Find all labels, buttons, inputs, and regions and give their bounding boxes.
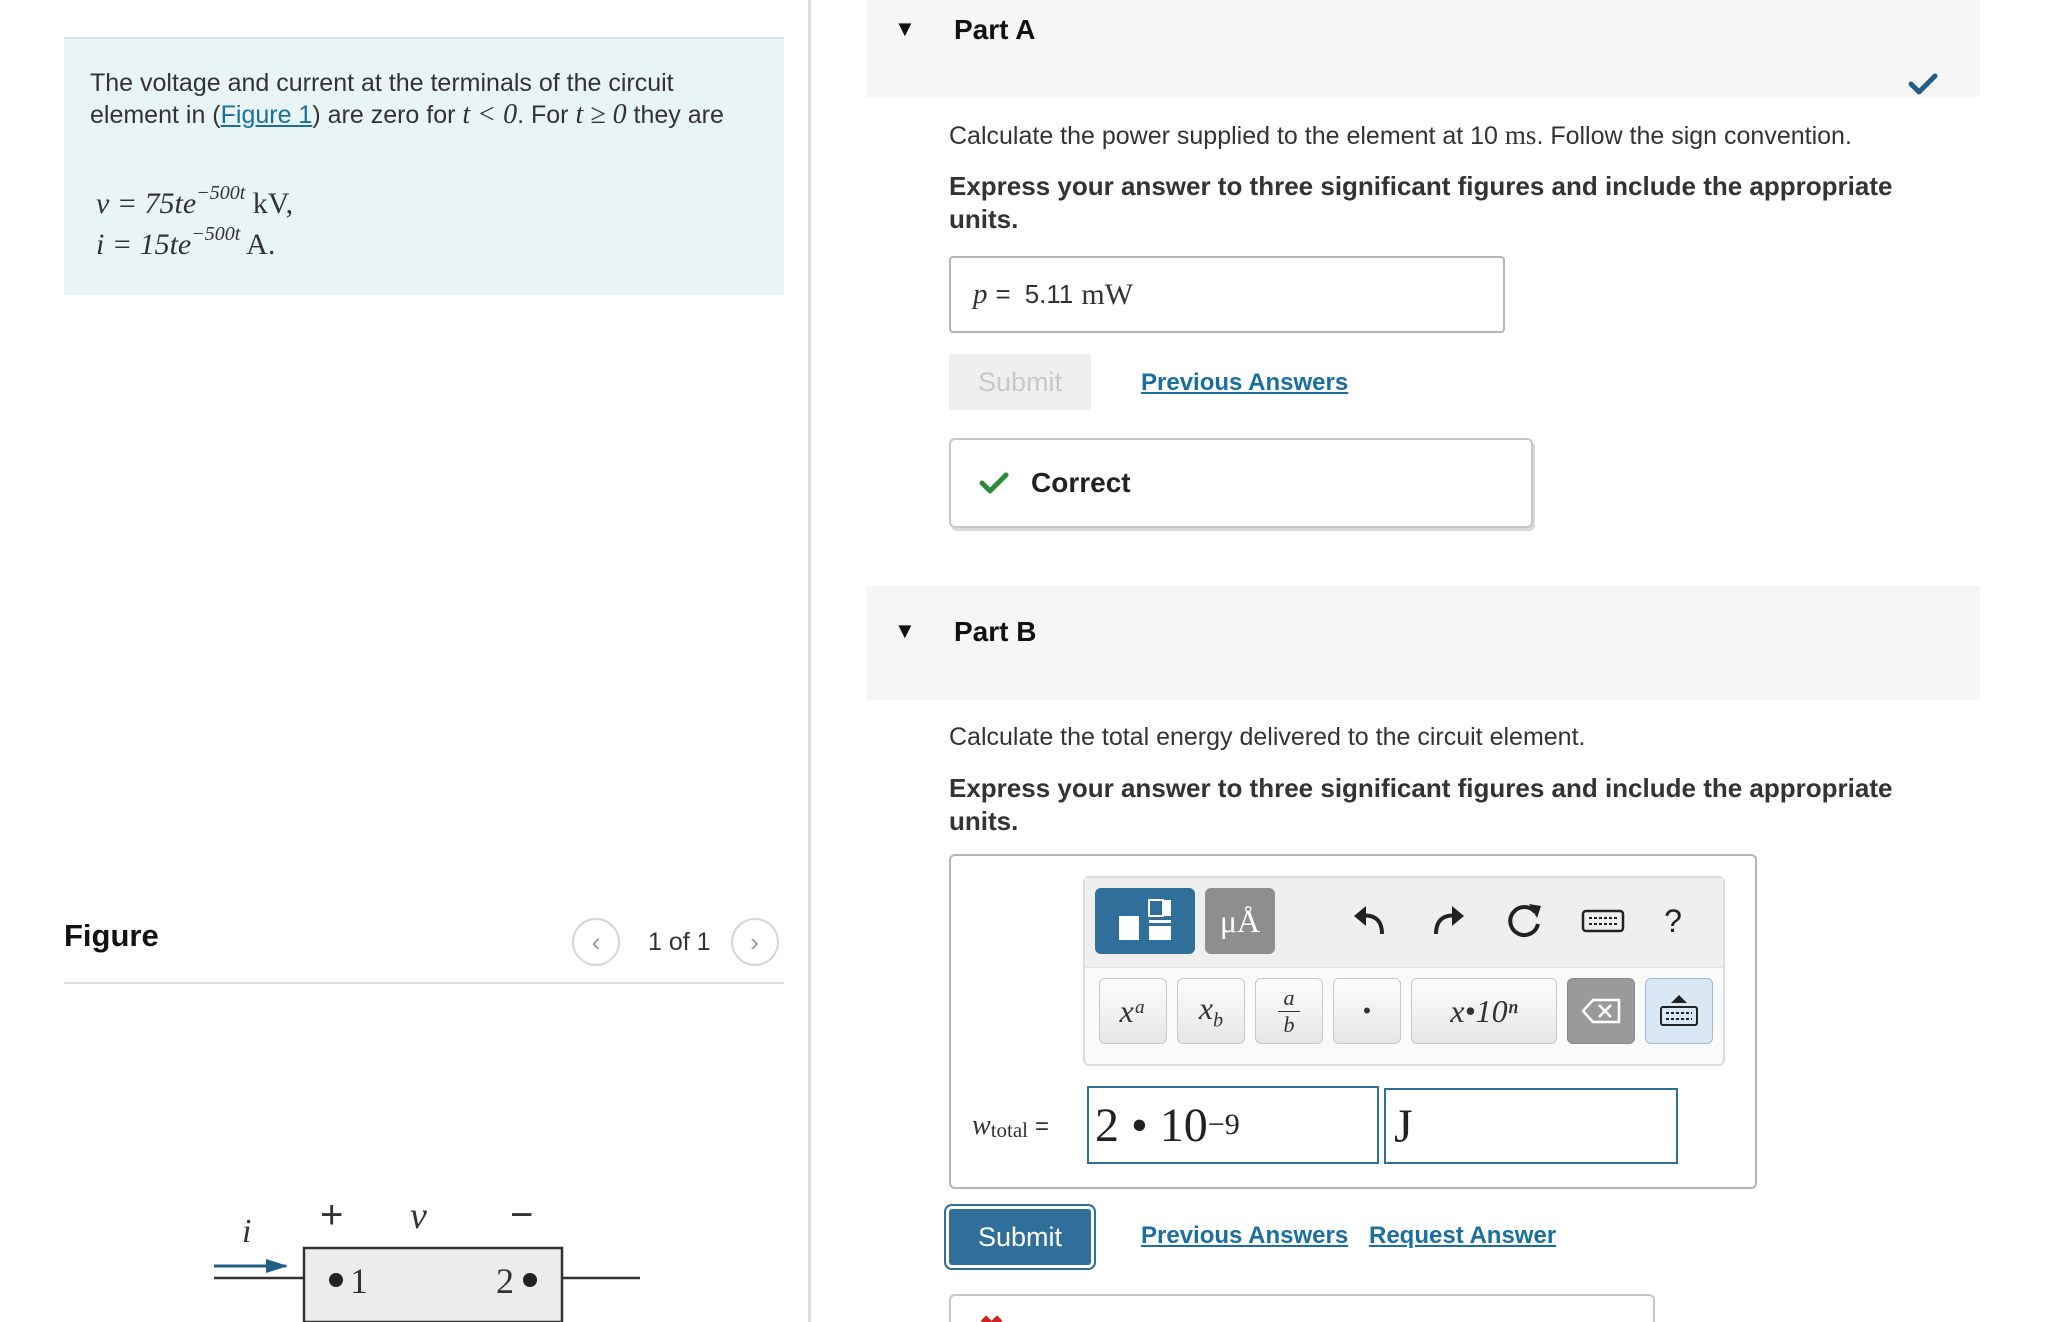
current-arrow-head	[266, 1259, 288, 1273]
part-a-label: Part A	[954, 14, 1036, 45]
problem-text-2: ) are zero for	[312, 101, 463, 129]
check-icon	[1908, 73, 1938, 95]
problem-text-4: they are	[626, 101, 724, 129]
redo-icon[interactable]	[1423, 896, 1473, 946]
answer-value-input[interactable]: 2 • 10 −9	[1087, 1086, 1379, 1164]
figure-prev-button[interactable]: ‹	[572, 918, 620, 966]
voltage-eq-unit: kV,	[252, 187, 294, 220]
answer-unit: mW	[1081, 277, 1134, 311]
figure-counter: 1 of 1	[648, 927, 711, 956]
answer-equals: =	[995, 279, 1011, 309]
figure-divider	[64, 982, 784, 984]
plus-sign: +	[320, 1193, 343, 1237]
keyboard-toggle-icon	[1660, 995, 1698, 1026]
condition-t-nonnegative: t ≥ 0	[575, 99, 627, 130]
part-b-header[interactable]: ▼ Part B	[866, 586, 1980, 700]
figure-link[interactable]: Figure 1	[221, 101, 313, 129]
voltage-eq-exponent: −500t	[196, 182, 246, 204]
current-equation: i = 15te−500t A.	[96, 223, 275, 262]
voltage-equation: v = 75te−500t kV,	[96, 182, 293, 221]
part-b-label: Part B	[954, 616, 1037, 647]
energy-variable-label: wtotal =	[972, 1110, 1049, 1143]
part-a-answer-box: p = 5.11 mW	[949, 256, 1505, 333]
chevron-right-icon: ›	[750, 926, 759, 957]
feedback-text: Correct	[1031, 467, 1131, 498]
voltage-eq-lhs: v = 75te	[96, 187, 197, 220]
part-a-previous-answers-link[interactable]: Previous Answers	[1141, 369, 1348, 397]
part-b-previous-answers-link[interactable]: Previous Answers	[1141, 1222, 1348, 1250]
fraction-numerator: a	[1283, 984, 1295, 1010]
figure-pager: ‹ 1 of 1 ›	[572, 918, 779, 966]
superscript-button[interactable]: xᵃ	[1099, 978, 1167, 1044]
current-eq-lhs: i = 15te	[96, 228, 192, 261]
backspace-button[interactable]	[1567, 978, 1635, 1044]
chevron-left-icon: ‹	[591, 926, 601, 957]
fraction-denominator: b	[1283, 1011, 1295, 1037]
circuit-element-figure: i 1 2 + v −	[214, 1193, 640, 1322]
help-icon[interactable]: ?	[1653, 896, 1693, 946]
current-label: i	[242, 1213, 251, 1250]
answer-value: 5.11	[1024, 279, 1074, 309]
answer-exponent: −9	[1207, 1108, 1240, 1141]
part-a-question-text-1: Calculate the power supplied to the elem…	[949, 122, 1505, 150]
part-a-submit-button[interactable]: Submit	[949, 354, 1091, 410]
subscript-button[interactable]: xb	[1177, 978, 1245, 1044]
undo-icon[interactable]	[1345, 896, 1395, 946]
units-button[interactable]: μÅ	[1205, 888, 1275, 954]
energy-variable: w	[972, 1110, 991, 1141]
terminal-2-label: 2	[496, 1261, 514, 1301]
reset-icon[interactable]	[1499, 896, 1549, 946]
part-b-feedback: ✖	[949, 1294, 1655, 1322]
incorrect-x-icon: ✖	[979, 1310, 1004, 1322]
keyboard-toggle-button[interactable]	[1645, 978, 1713, 1044]
backspace-icon	[1581, 998, 1621, 1024]
part-b-submit-button[interactable]: Submit	[949, 1209, 1091, 1265]
part-a-instruction: Express your answer to three significant…	[949, 171, 1893, 234]
problem-text: The voltage and current at the terminals…	[90, 67, 758, 131]
voltage-label: v	[410, 1195, 427, 1237]
panel-divider	[808, 0, 811, 1322]
subscript-icon: xb	[1198, 989, 1224, 1032]
answer-value-text: 2 • 10	[1095, 1098, 1208, 1152]
keyboard-icon[interactable]	[1575, 896, 1631, 946]
scientific-notation-button[interactable]: x•10ⁿ	[1411, 978, 1557, 1044]
templates-icon	[1119, 899, 1171, 940]
terminal-1-label: 1	[350, 1261, 368, 1301]
answer-unit-input[interactable]: J	[1384, 1088, 1678, 1164]
part-b-instruction: Express your answer to three significant…	[949, 773, 1893, 836]
correct-check-icon	[979, 472, 1009, 494]
part-a-question: Calculate the power supplied to the elem…	[949, 120, 1852, 151]
current-eq-exponent: −500t	[191, 223, 241, 245]
request-answer-link[interactable]: Request Answer	[1369, 1222, 1556, 1250]
problem-panel: The voltage and current at the terminals…	[0, 0, 808, 1322]
part-a-question-unit: ms	[1504, 120, 1537, 150]
part-a-header[interactable]: ▼ Part A	[866, 0, 1980, 97]
answer-unit-text: J	[1394, 1099, 1413, 1153]
part-a-question-text-2: . Follow the sign convention.	[1536, 122, 1852, 150]
part-b-question: Calculate the total energy delivered to …	[949, 723, 1586, 751]
collapse-triangle-icon[interactable]: ▼	[894, 618, 916, 644]
current-eq-unit: A.	[246, 228, 276, 261]
collapse-triangle-icon[interactable]: ▼	[894, 16, 916, 42]
templates-button[interactable]	[1095, 888, 1195, 954]
figure-next-button[interactable]: ›	[730, 918, 779, 966]
fraction-button[interactable]: a b	[1255, 978, 1323, 1044]
problem-statement: The voltage and current at the terminals…	[64, 37, 784, 295]
energy-equals: =	[1035, 1113, 1050, 1140]
problem-text-3: . For	[517, 101, 576, 129]
terminal-2-dot	[523, 1273, 537, 1287]
math-toolbar: μÅ ? xᵃ xb a b • x•10ⁿ	[1083, 876, 1725, 1066]
answer-variable: p	[973, 278, 988, 310]
minus-sign: −	[510, 1193, 533, 1237]
figure-title: Figure	[64, 918, 159, 953]
part-a-feedback: Correct	[949, 438, 1533, 528]
dot-button[interactable]: •	[1333, 978, 1401, 1044]
circuit-element-box	[302, 1246, 564, 1322]
terminal-1-dot	[329, 1273, 343, 1287]
condition-t-negative: t < 0	[462, 99, 518, 130]
energy-variable-subscript: total	[990, 1118, 1029, 1142]
